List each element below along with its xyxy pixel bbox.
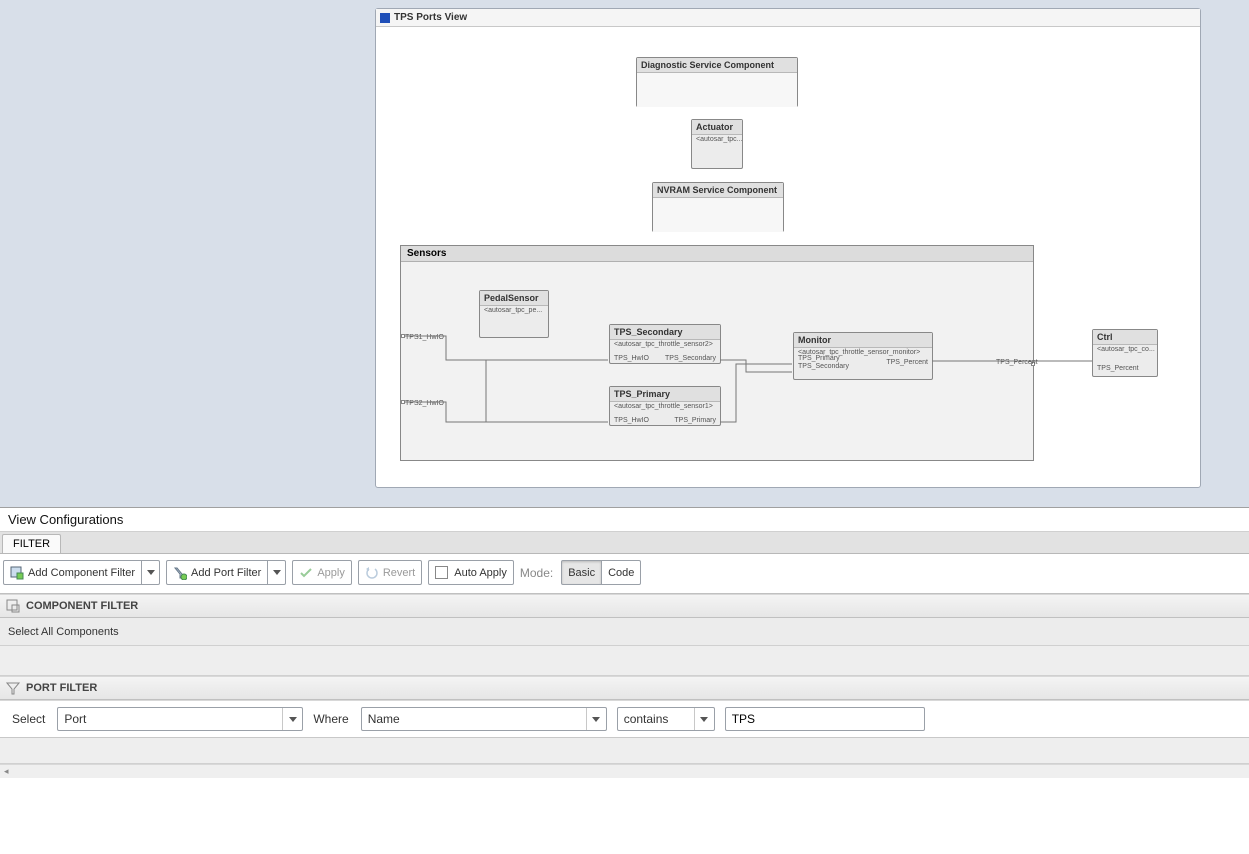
block-ctrl[interactable]: Ctrl <autosar_tpc_co... TPS_Percent (1092, 329, 1158, 377)
port-in-label: TPS_HwIO (614, 355, 649, 362)
tab-filter[interactable]: FILTER (2, 534, 61, 553)
filter-toolbar: Add Component Filter Add Port Filter App… (0, 554, 1249, 594)
block-actuator[interactable]: Actuator <autosar_tpc... (691, 119, 743, 169)
check-icon (299, 566, 313, 580)
add-component-filter-group: Add Component Filter (3, 560, 160, 585)
select-combo[interactable]: Port (57, 707, 303, 731)
where-field-combo[interactable]: Name (361, 707, 607, 731)
panel-icon (380, 13, 390, 23)
button-label: Auto Apply (454, 567, 507, 579)
chevron-down-icon (282, 708, 302, 730)
ports-view-panel: TPS Ports View Diagnostic Service Compon… (375, 8, 1201, 488)
port-tps2-hwio: TPS2_HwIO (405, 400, 444, 407)
block-body (637, 73, 797, 107)
sensors-header: Sensors (401, 246, 1033, 262)
where-label: Where (313, 712, 350, 726)
diagram-canvas[interactable]: Diagnostic Service Component Actuator <a… (376, 27, 1200, 487)
block-header: PedalSensor (480, 291, 548, 306)
checkbox-icon (435, 566, 448, 579)
block-subtitle: <autosar_tpc_co... (1093, 345, 1157, 354)
port-in-label: TPS_HwIO (614, 417, 649, 424)
wire-label-tps-percent: TPS_Percent (996, 359, 1038, 366)
block-tps-primary[interactable]: TPS_Primary <autosar_tpc_throttle_sensor… (609, 386, 721, 426)
chevron-down-icon (694, 708, 714, 730)
port-in2-label: TPS_Secondary (798, 363, 849, 370)
block-header: Diagnostic Service Component (637, 58, 797, 73)
revert-button[interactable]: Revert (358, 560, 422, 585)
port-node[interactable] (401, 400, 405, 404)
block-header: NVRAM Service Component (653, 183, 783, 198)
row-label: Select All Components (8, 626, 119, 638)
button-label: Add Port Filter (191, 567, 261, 579)
block-header: TPS_Secondary (610, 325, 720, 340)
add-port-filter-button[interactable]: Add Port Filter (166, 560, 268, 585)
add-component-filter-dropdown[interactable] (142, 560, 160, 585)
add-port-filter-group: Add Port Filter (166, 560, 286, 585)
horizontal-scrollbar[interactable] (0, 764, 1249, 778)
block-subtitle: <autosar_tpc_throttle_sensor1> (610, 402, 720, 411)
panel-title-bar[interactable]: TPS Ports View (376, 9, 1200, 27)
block-subtitle: <autosar_tpc_throttle_sensor2> (610, 340, 720, 349)
port-filter-icon (173, 566, 187, 580)
mode-code-button[interactable]: Code (602, 560, 641, 585)
footer-row (0, 738, 1249, 764)
mode-toggle: Basic Code (561, 560, 641, 585)
select-all-components-row[interactable]: Select All Components (0, 618, 1249, 646)
where-value-input[interactable] (725, 707, 925, 731)
port-out-label: TPS_Secondary (665, 355, 716, 362)
apply-button[interactable]: Apply (292, 560, 352, 585)
panel-title: TPS Ports View (394, 12, 467, 23)
combo-value: Port (58, 712, 92, 726)
block-pedal-sensor[interactable]: PedalSensor <autosar_tpc_pe... (479, 290, 549, 338)
revert-icon (365, 566, 379, 580)
header-label: COMPONENT FILTER (26, 600, 138, 612)
mode-basic-button[interactable]: Basic (561, 560, 602, 585)
header-label: PORT FILTER (26, 682, 97, 694)
block-subtitle: <autosar_tpc_pe... (480, 306, 548, 315)
block-monitor[interactable]: Monitor <autosar_tpc_throttle_sensor_mon… (793, 332, 933, 380)
diagram-area: TPS Ports View Diagnostic Service Compon… (0, 0, 1249, 508)
port-out-label: TPS_Percent (886, 359, 928, 366)
block-header: Monitor (794, 333, 932, 348)
block-nvram[interactable]: NVRAM Service Component (652, 182, 784, 232)
component-filter-body (0, 646, 1249, 676)
auto-apply-toggle[interactable]: Auto Apply (428, 560, 514, 585)
block-subtitle: <autosar_tpc... (692, 135, 742, 144)
funnel-icon (6, 681, 20, 695)
block-sensors-container[interactable]: Sensors TPS1_HwIO TPS2_HwIO PedalSensor … (400, 245, 1034, 461)
component-icon (6, 599, 20, 613)
block-diagnostic[interactable]: Diagnostic Service Component (636, 57, 798, 107)
port-filter-header[interactable]: PORT FILTER (0, 676, 1249, 700)
combo-value: contains (618, 712, 675, 726)
block-tps-secondary[interactable]: TPS_Secondary <autosar_tpc_throttle_sens… (609, 324, 721, 364)
button-label: Add Component Filter (28, 567, 135, 579)
tab-strip: FILTER (0, 532, 1249, 554)
where-op-combo[interactable]: contains (617, 707, 715, 731)
component-filter-header[interactable]: COMPONENT FILTER (0, 594, 1249, 618)
add-port-filter-dropdown[interactable] (268, 560, 286, 585)
component-filter-icon (10, 566, 24, 580)
view-configurations-title: View Configurations (0, 508, 1249, 532)
chevron-down-icon (586, 708, 606, 730)
port-filter-criteria-row: Select Port Where Name contains (0, 700, 1249, 738)
block-header: Ctrl (1093, 330, 1157, 345)
chevron-down-icon (147, 570, 155, 575)
select-label: Select (12, 712, 47, 726)
block-header: TPS_Primary (610, 387, 720, 402)
block-body (653, 198, 783, 232)
port-out-label: TPS_Primary (674, 417, 716, 424)
chevron-down-icon (273, 570, 281, 575)
button-label: Apply (317, 567, 345, 579)
port-in1-label: TPS_Primary (798, 355, 840, 362)
port-node[interactable] (401, 334, 405, 338)
combo-value: Name (362, 712, 406, 726)
config-area: View Configurations FILTER Add Component… (0, 508, 1249, 778)
port-tps1-hwio: TPS1_HwIO (405, 334, 444, 341)
button-label: Revert (383, 567, 415, 579)
port-in-label: TPS_Percent (1097, 365, 1139, 372)
block-header: Actuator (692, 120, 742, 135)
add-component-filter-button[interactable]: Add Component Filter (3, 560, 142, 585)
mode-label: Mode: (520, 566, 555, 580)
